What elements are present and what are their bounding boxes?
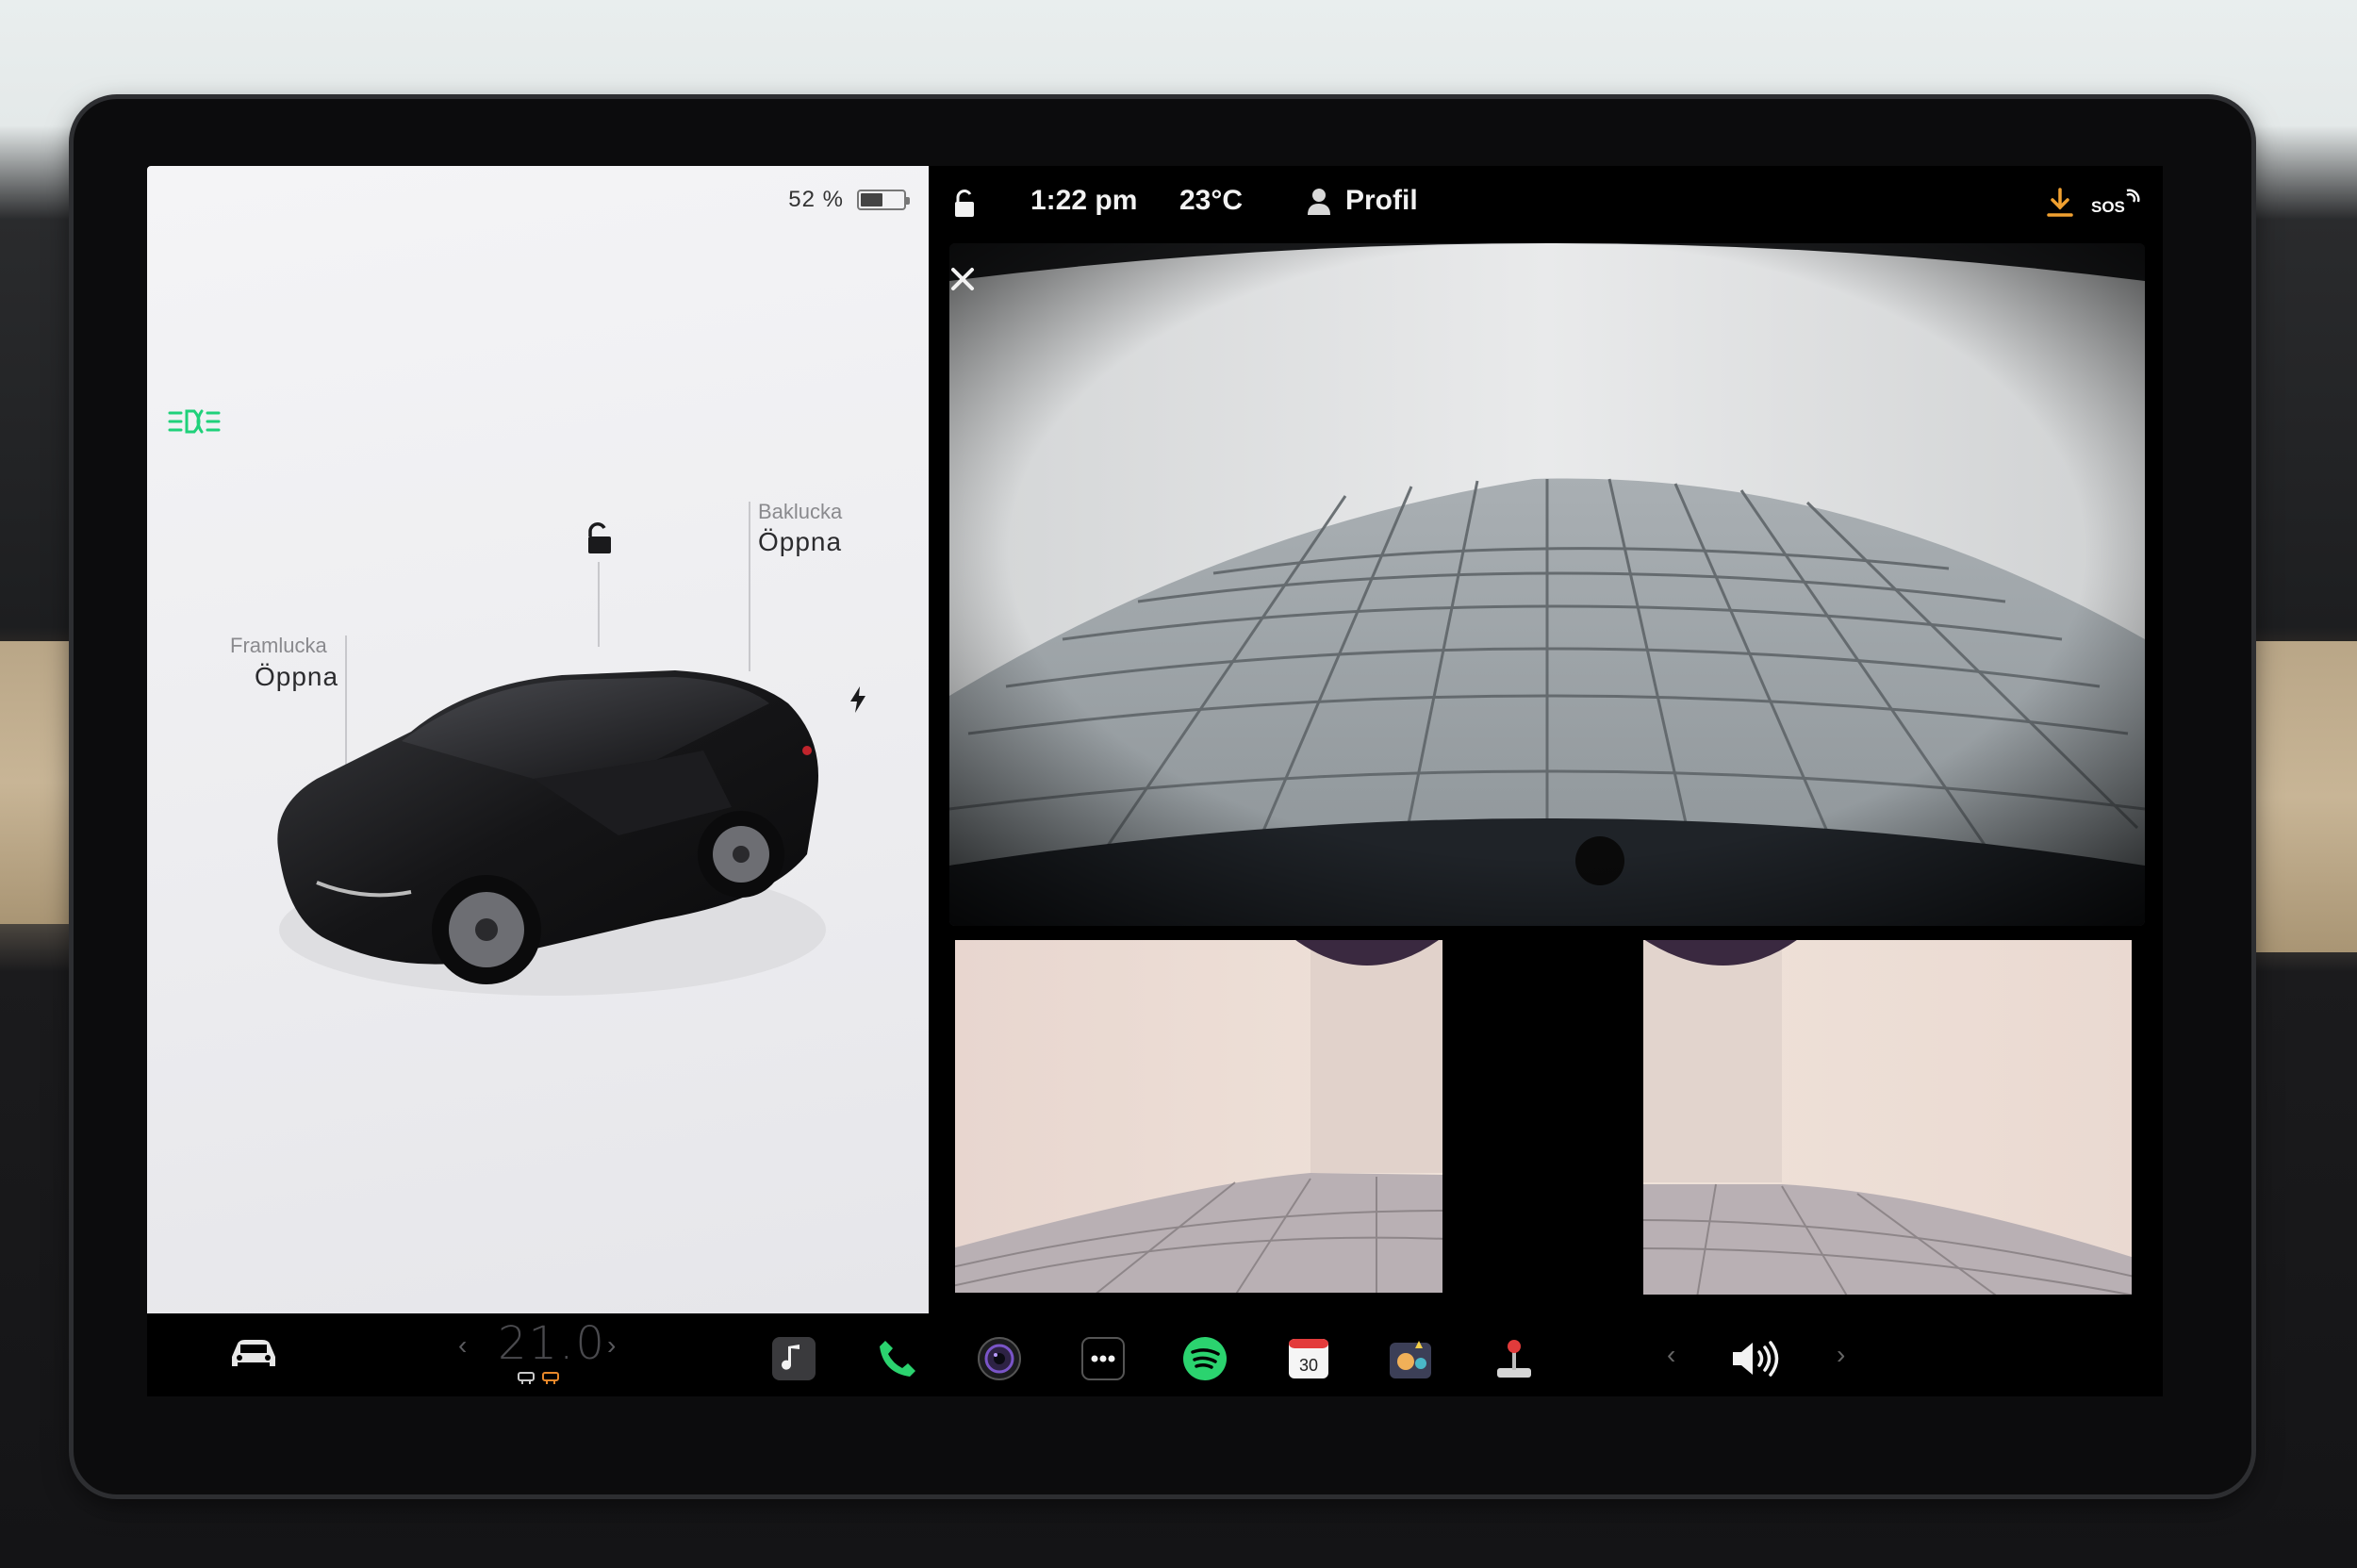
download-icon[interactable]: [2046, 187, 2074, 219]
camera-view-area: [929, 243, 2163, 1313]
sos-signal-icon: [2126, 189, 2140, 203]
spotify-icon[interactable]: [1180, 1334, 1229, 1383]
trunk-label: Baklucka: [758, 500, 843, 523]
clock: 1:22 pm: [1030, 185, 1138, 216]
sos-label: SOS: [2091, 198, 2125, 216]
profile-icon[interactable]: [1306, 187, 1332, 217]
close-icon[interactable]: [946, 262, 980, 296]
car-icon[interactable]: [226, 1334, 281, 1374]
joystick-icon[interactable]: [1490, 1334, 1539, 1383]
unlock-icon[interactable]: [581, 520, 618, 557]
battery-percent: 52 %: [788, 187, 844, 212]
car-illustration: [277, 670, 826, 996]
sos-button[interactable]: SOS: [2091, 187, 2142, 217]
lock-icon[interactable]: [949, 187, 980, 221]
right-repeater-camera-feed: [1640, 937, 2134, 1297]
volume-icon[interactable]: [1729, 1338, 1782, 1379]
battery-icon: [857, 190, 910, 210]
volume-control[interactable]: ‹ ›: [1667, 1334, 1855, 1383]
rear-camera-feed: [949, 243, 2145, 926]
calendar-day: 30: [1299, 1356, 1318, 1375]
volume-up-button[interactable]: ›: [1837, 1340, 1845, 1370]
bottom-dock: ‹ 21.0 › 30 ‹ ›: [147, 1313, 2163, 1396]
left-repeater-camera-feed: [952, 937, 1445, 1296]
phone-icon[interactable]: [873, 1334, 922, 1383]
volume-down-button[interactable]: ‹: [1667, 1340, 1675, 1370]
music-icon[interactable]: [769, 1334, 818, 1383]
profile-button[interactable]: Profil: [1345, 185, 1418, 217]
outside-temperature: 23°C: [1179, 185, 1244, 216]
climate-increase-button[interactable]: ›: [607, 1330, 616, 1361]
seat-heater-icons[interactable]: [517, 1370, 573, 1385]
battery-indicator: 52 %: [788, 187, 910, 213]
status-bar: 1:22 pm 23°C Profil SOS: [929, 166, 2163, 243]
climate-control[interactable]: ‹ 21.0 ›: [458, 1313, 618, 1389]
charge-port-icon[interactable]: [847, 685, 869, 715]
calendar-icon[interactable]: 30: [1284, 1334, 1333, 1383]
climate-temperature: 21.0: [498, 1317, 606, 1370]
touchscreen: 52 % Framlucka Öppna Baklucka Öppna 1:22…: [147, 166, 2163, 1396]
trunk-open-button[interactable]: Öppna: [758, 527, 842, 557]
headlight-icon: [168, 409, 221, 434]
more-icon[interactable]: [1079, 1334, 1128, 1383]
climate-decrease-button[interactable]: ‹: [458, 1330, 467, 1361]
camera-icon[interactable]: [975, 1334, 1024, 1383]
car-status-panel: 52 % Framlucka Öppna Baklucka Öppna: [147, 166, 929, 1313]
toybox-icon[interactable]: [1386, 1334, 1435, 1383]
